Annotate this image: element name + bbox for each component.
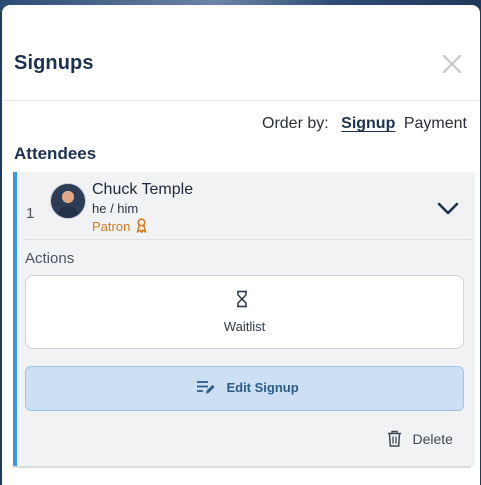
- delete-label: Delete: [412, 431, 453, 447]
- patron-badge: Patron: [92, 218, 147, 234]
- close-button[interactable]: [438, 50, 466, 78]
- modal-title: Signups: [14, 52, 94, 74]
- trash-icon: [388, 430, 401, 447]
- order-by-payment[interactable]: Payment: [404, 115, 467, 133]
- order-by-signup[interactable]: Signup: [341, 115, 395, 133]
- signups-modal: Signups Order by: Signup Payment Attende…: [2, 5, 480, 485]
- attendee-pronouns: he / him: [92, 201, 139, 216]
- card-bottom-border: [13, 466, 471, 468]
- delete-button[interactable]: Delete: [387, 430, 453, 449]
- edit-list-icon: [197, 381, 215, 394]
- modal-header: Signups: [2, 5, 480, 101]
- edit-signup-label: Edit Signup: [226, 380, 299, 395]
- chevron-down-icon: [437, 202, 459, 215]
- order-by-control: Order by: Signup Payment: [262, 115, 467, 133]
- ribbon-icon: [136, 218, 147, 233]
- hourglass-icon: [237, 290, 247, 308]
- attendee-rank: 1: [26, 205, 35, 222]
- attendee-card: 1 Chuck Temple he / him Patron Actions W…: [13, 172, 475, 466]
- expand-button[interactable]: [436, 198, 460, 218]
- waitlist-button[interactable]: Waitlist: [25, 275, 464, 349]
- attendee-name: Chuck Temple: [92, 181, 194, 198]
- card-divider: [25, 239, 471, 240]
- avatar: [50, 183, 86, 219]
- actions-label: Actions: [25, 250, 75, 267]
- attendees-heading: Attendees: [14, 144, 97, 163]
- edit-signup-content: Edit Signup: [196, 379, 299, 397]
- order-by-label: Order by:: [262, 115, 329, 132]
- edit-signup-button[interactable]: Edit Signup: [25, 366, 464, 411]
- patron-badge-label: Patron: [92, 219, 131, 234]
- close-icon: [442, 54, 462, 74]
- waitlist-label: Waitlist: [223, 319, 266, 334]
